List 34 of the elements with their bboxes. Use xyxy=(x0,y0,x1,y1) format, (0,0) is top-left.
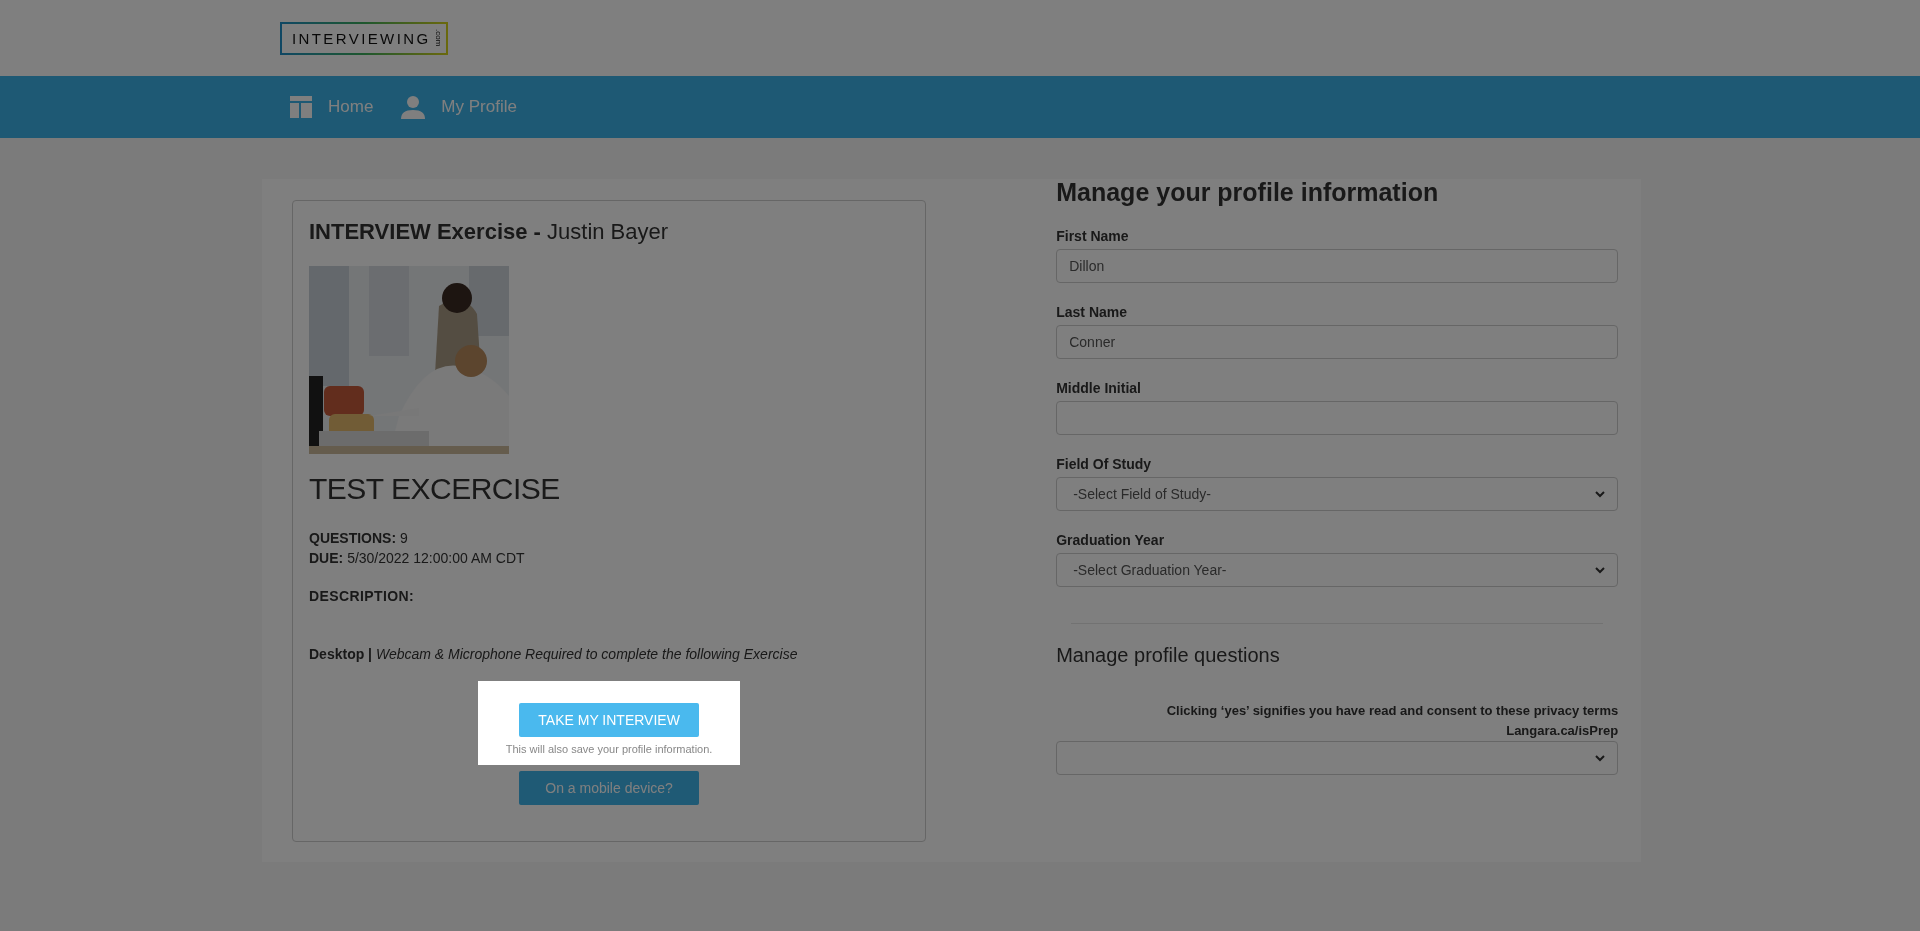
logo-text: INTERVIEWING xyxy=(292,29,431,47)
exercise-heading: TEST EXCERCISE xyxy=(309,472,561,506)
select-field[interactable]: -Select Field of Study- xyxy=(1056,477,1619,511)
exercise-title: INTERVIEW Exercise - Justin Bayer xyxy=(309,219,670,245)
field-label: Last Name xyxy=(1056,304,1128,320)
questions-heading: Manage profile questions xyxy=(1056,644,1281,667)
mobile-device-button[interactable]: On a mobile device? xyxy=(519,771,700,805)
field-label: Field Of Study xyxy=(1056,456,1153,472)
requirement-text: Desktop | Webcam & Microphone Required to complete the following Exercise xyxy=(309,646,799,662)
user-icon xyxy=(401,95,426,119)
nav-link[interactable]: My Profile xyxy=(401,95,517,119)
privacy-link[interactable]: Langara.ca/isPrep xyxy=(1056,723,1619,738)
text-field[interactable]: Dillon xyxy=(1056,249,1619,283)
consent-text: Clicking ‘yes’ signifies you have read and consent to these privacy terms xyxy=(1165,703,1619,718)
text-field[interactable] xyxy=(1056,401,1619,435)
exercise-detail: QUESTIONS: 9 xyxy=(309,530,409,546)
save-hint: This will also save your profile information. xyxy=(505,743,713,755)
take-interview-button[interactable]: TAKE MY INTERVIEW xyxy=(519,703,700,737)
field-label: Graduation Year xyxy=(1056,532,1166,548)
chevron-down-icon xyxy=(1595,754,1606,762)
field-label: First Name xyxy=(1056,228,1130,244)
chevron-down-icon xyxy=(1595,566,1606,574)
consent-select[interactable] xyxy=(1056,741,1619,775)
text-field[interactable]: Conner xyxy=(1056,325,1619,359)
select-field[interactable]: -Select Graduation Year- xyxy=(1056,553,1619,587)
description-label: DESCRIPTION: xyxy=(309,588,416,604)
profile-heading: Manage your profile information xyxy=(1056,178,1440,207)
exercise-detail: DUE: 5/30/2022 12:00:00 AM CDT xyxy=(309,550,526,566)
layout-icon xyxy=(290,96,312,118)
field-label: Middle Initial xyxy=(1056,380,1142,396)
logo[interactable]: INTERVIEWING .com xyxy=(280,21,448,55)
chevron-down-icon xyxy=(1595,490,1606,498)
logo-suffix: .com xyxy=(433,29,442,47)
nav-link[interactable]: Home xyxy=(290,96,374,118)
